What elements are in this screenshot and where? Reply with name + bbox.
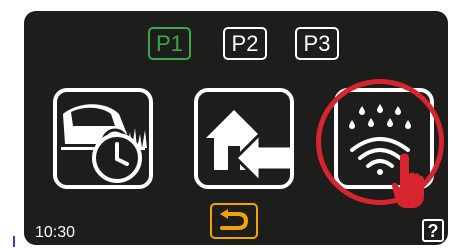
pointing-hand-icon (392, 153, 424, 208)
back-arrow-icon (220, 209, 249, 230)
profile-p2-button[interactable]: P2 (223, 27, 267, 60)
profile-p3-button[interactable]: P3 (295, 27, 339, 60)
home-return-icon (206, 110, 290, 185)
back-button[interactable] (210, 203, 258, 239)
mower-schedule-icon (61, 104, 147, 183)
schedule-tile-button[interactable] (53, 88, 153, 189)
edge-mark (13, 236, 15, 247)
clock-time: 10:30 (35, 224, 76, 241)
profile-p1-button[interactable]: P1 (148, 27, 191, 60)
help-button[interactable]: ? (422, 219, 444, 242)
home-return-tile-button[interactable] (194, 88, 294, 189)
